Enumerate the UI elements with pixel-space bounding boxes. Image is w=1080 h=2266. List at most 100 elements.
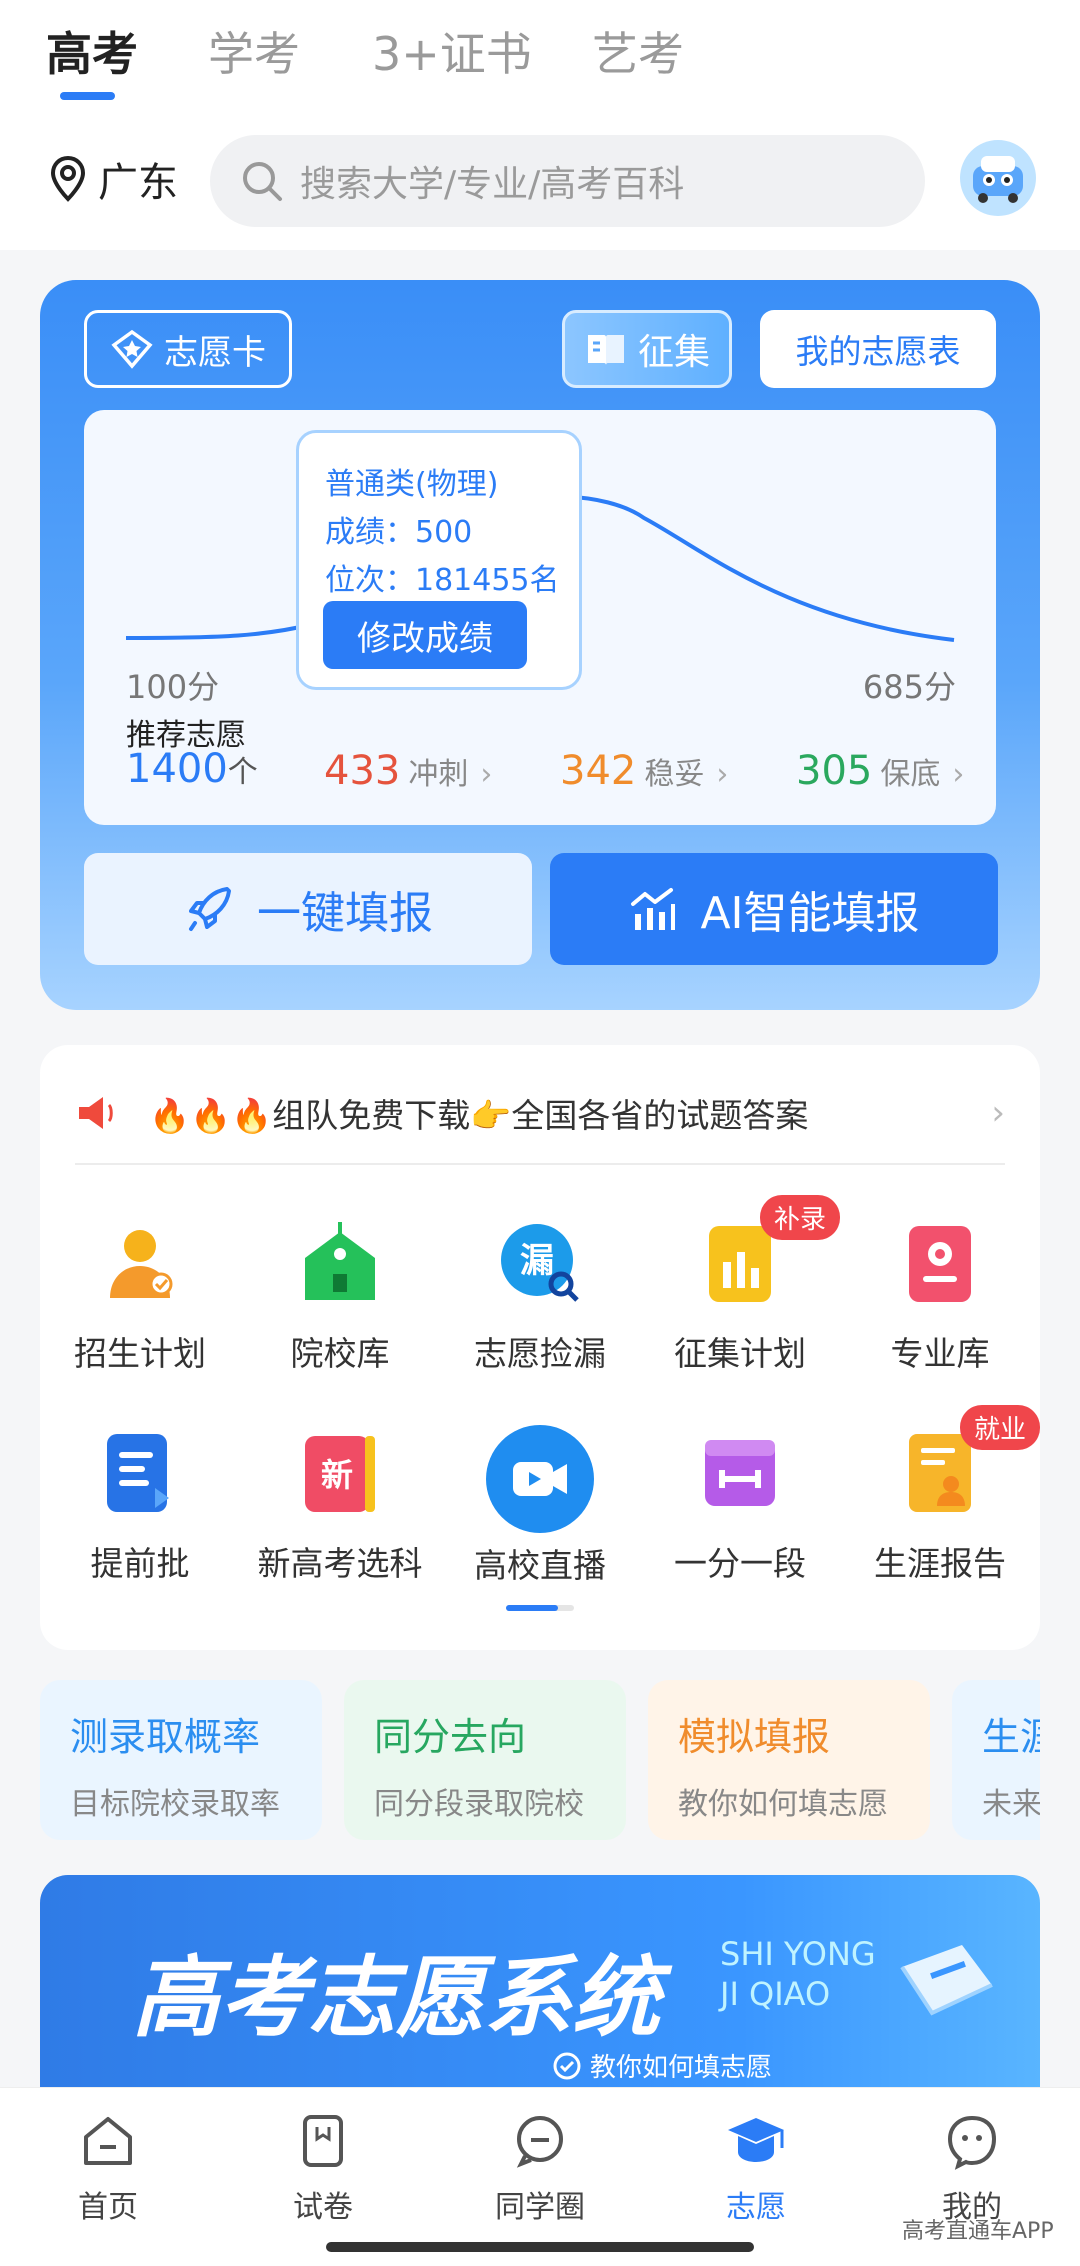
tool-badge: 补录	[760, 1195, 840, 1240]
video-icon	[486, 1425, 594, 1533]
nav-volunteer[interactable]: 志愿	[676, 2108, 836, 2226]
svg-text:漏: 漏	[520, 1241, 554, 1281]
promo-banner[interactable]: 高考志愿系统 SHI YONG JI QIAO 教你如何填志愿	[40, 1875, 1040, 2087]
feature-subtitle: 目标院校录取率	[70, 1787, 280, 1822]
search-input[interactable]: 搜索大学/专业/高考百科	[210, 135, 925, 227]
tool-pick-leak[interactable]: 漏 志愿捡漏	[440, 1215, 640, 1375]
volunteer-card-label: 志愿卡	[164, 332, 266, 373]
svg-text:新: 新	[321, 1456, 353, 1494]
tools-panel: 🔥🔥🔥组队免费下载👉全国各省的试题答案 › 招生计划 院校库 漏 志愿捡漏 补录…	[40, 1045, 1040, 1650]
stable-label: 稳妥	[644, 757, 705, 792]
feature-career[interactable]: 生涯 未来	[952, 1680, 1040, 1840]
divider	[75, 1163, 1005, 1165]
nav-label: 首页	[78, 2190, 138, 2225]
tool-early-batch[interactable]: 提前批	[40, 1425, 240, 1585]
my-volunteer-table-button[interactable]: 我的志愿表	[760, 310, 996, 388]
tool-label: 新高考选科	[257, 1544, 423, 1583]
one-click-fill-button[interactable]: 一键填报	[84, 853, 532, 965]
book-icon	[900, 1945, 993, 2016]
one-click-label: 一键填报	[257, 888, 433, 939]
active-tab-indicator	[60, 92, 115, 100]
tool-college-live[interactable]: 高校直播	[440, 1425, 640, 1587]
tool-school-library[interactable]: 院校库	[240, 1215, 440, 1375]
nav-profile[interactable]: 我的	[892, 2108, 1052, 2226]
notice-bar[interactable]: 🔥🔥🔥组队免费下载👉全国各省的试题答案 ›	[75, 1075, 1005, 1151]
feature-title: 模拟填报	[678, 1715, 831, 1759]
tool-label: 院校库	[290, 1334, 390, 1373]
location-pin-icon	[50, 155, 86, 202]
tool-career-report[interactable]: 就业 生涯报告	[840, 1405, 1040, 1585]
collect-label: 征集	[637, 332, 710, 373]
safe-label: 保底	[880, 757, 941, 792]
ai-fill-button[interactable]: AI智能填报	[550, 853, 998, 965]
page-indicator	[506, 1605, 574, 1611]
major-icon	[892, 1215, 988, 1311]
home-icon	[84, 2117, 132, 2165]
banner-subtitle-2: JI QIAO	[720, 1975, 831, 2013]
feature-title: 测录取概率	[70, 1715, 261, 1759]
category-sprint[interactable]: 433 冲刺 ›	[324, 748, 492, 794]
chevron-right-icon: ›	[716, 757, 729, 792]
volunteer-card-button[interactable]: 志愿卡	[84, 310, 292, 388]
recommend-count-unit: 个	[227, 755, 258, 790]
tool-collect-plan[interactable]: 补录 征集计划	[640, 1195, 840, 1375]
nav-label: 志愿	[726, 2190, 786, 2225]
home-indicator[interactable]	[326, 2242, 754, 2252]
chevron-right-icon: ›	[991, 1093, 1005, 1133]
tool-major-library[interactable]: 专业库	[840, 1215, 1040, 1375]
search-icon	[243, 162, 282, 201]
ai-fill-label: AI智能填报	[700, 888, 920, 939]
tool-label: 提前批	[90, 1544, 190, 1583]
tab-certificate[interactable]: 3+证书	[372, 18, 532, 84]
watermark: 高考直通车APP	[902, 2219, 1054, 2244]
nav-classmates[interactable]: 同学圈	[460, 2108, 620, 2226]
nav-label: 同学圈	[495, 2190, 585, 2225]
tool-label: 志愿捡漏	[474, 1334, 606, 1373]
recommend-count[interactable]: 1400个	[126, 746, 258, 792]
score-range-min: 100分	[126, 668, 220, 706]
collect-button[interactable]: 征集	[562, 310, 732, 388]
feature-subtitle: 同分段录取院校	[374, 1787, 584, 1822]
nav-label: 试卷	[293, 2190, 353, 2225]
location-search-row: 广东 搜索大学/专业/高考百科	[0, 110, 1080, 250]
paper-icon	[303, 2115, 343, 2167]
graduation-cap-icon	[728, 2118, 784, 2162]
feature-mock-fill[interactable]: 模拟填报 教你如何填志愿	[648, 1680, 930, 1840]
avatar[interactable]	[960, 140, 1036, 216]
tool-new-gaokao-subjects[interactable]: 新 新高考选科	[240, 1425, 440, 1585]
feature-subtitle: 教你如何填志愿	[678, 1787, 888, 1822]
tool-admission-plan[interactable]: 招生计划	[40, 1215, 240, 1375]
banner-title: 高考志愿系统	[132, 1946, 661, 2049]
ai-chart-icon	[631, 888, 676, 930]
banner-subtitle-1: SHI YONG	[720, 1935, 876, 1973]
new-book-icon: 新	[292, 1425, 388, 1521]
tool-score-ranking[interactable]: 一分一段	[640, 1425, 840, 1585]
tool-badge: 就业	[960, 1405, 1040, 1450]
tool-label: 征集计划	[674, 1334, 806, 1373]
tooltip-rank: 位次：181455名	[325, 563, 560, 598]
category-stable[interactable]: 342 稳妥 ›	[560, 748, 728, 794]
search-leak-icon: 漏	[492, 1215, 588, 1311]
tab-xuekao[interactable]: 学考	[208, 18, 300, 84]
document-icon	[92, 1425, 188, 1521]
tool-label: 生涯报告	[874, 1544, 1006, 1583]
location-selector[interactable]: 广东	[48, 150, 178, 208]
face-icon	[947, 2115, 997, 2170]
speaker-icon	[79, 1097, 113, 1129]
tool-label: 招生计划	[74, 1334, 206, 1373]
admission-plan-icon	[92, 1215, 188, 1311]
score-tooltip: 普通类(物理) 成绩：500 位次：181455名 修改成绩	[296, 430, 582, 690]
feature-admission-probability[interactable]: 测录取概率 目标院校录取率	[40, 1680, 322, 1840]
top-tab-bar: 高考 学考 3+证书 艺考	[0, 0, 1080, 110]
tab-art-exam[interactable]: 艺考	[592, 18, 684, 84]
nav-home[interactable]: 首页	[28, 2108, 188, 2226]
category-safe[interactable]: 305 保底 ›	[796, 748, 964, 794]
feature-title: 同分去向	[374, 1715, 527, 1759]
school-icon	[292, 1215, 388, 1311]
nav-papers[interactable]: 试卷	[243, 2108, 403, 2226]
diamond-star-icon	[111, 329, 153, 369]
edit-score-button[interactable]: 修改成绩	[323, 601, 527, 669]
feature-same-score[interactable]: 同分去向 同分段录取院校	[344, 1680, 626, 1840]
tab-gaokao[interactable]: 高考	[46, 18, 138, 84]
rocket-icon	[189, 887, 231, 931]
